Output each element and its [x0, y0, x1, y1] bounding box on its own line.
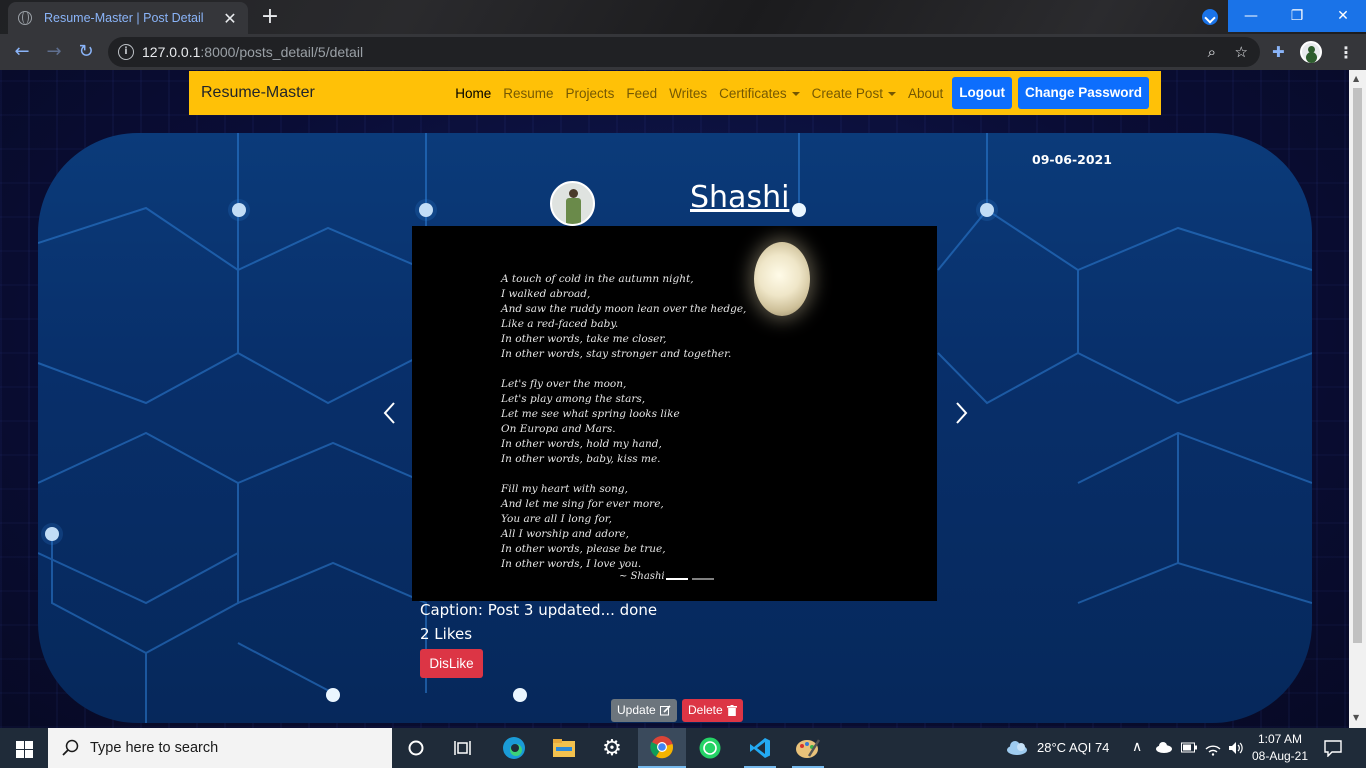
taskbar-clock[interactable]: 1:07 AM 08-Aug-21: [1248, 731, 1312, 765]
extensions-puzzle-icon[interactable]: ✚: [1272, 43, 1285, 61]
page-scrollbar[interactable]: ▲ ▼: [1349, 70, 1366, 728]
site-navbar: Resume-Master Home Resume Projects Feed …: [189, 71, 1161, 115]
minimize-button[interactable]: —: [1228, 0, 1274, 32]
scroll-up-arrow-icon[interactable]: ▲: [1353, 74, 1359, 83]
windows-taskbar: Type here to search ⚙ 28°C AQI 74 ∧ 1:07…: [0, 728, 1366, 768]
browser-toolbar: ← → ↻ i 127.0.0.1:8000/posts_detail/5/de…: [0, 34, 1366, 70]
battery-icon[interactable]: [1181, 742, 1197, 753]
search-placeholder: Type here to search: [90, 740, 219, 756]
paint-icon[interactable]: [784, 728, 832, 768]
volume-speaker-icon[interactable]: [1228, 740, 1244, 756]
settings-gear-icon[interactable]: ⚙: [588, 728, 636, 768]
scrollbar-thumb[interactable]: [1353, 88, 1362, 643]
edge-browser-icon[interactable]: [490, 728, 538, 768]
post-author-link[interactable]: Shashi: [690, 180, 789, 215]
browser-tab-strip: Resume-Master | Post Detail ✕ + — ❐ ✕: [0, 0, 1366, 34]
navbar-brand[interactable]: Resume-Master: [201, 84, 315, 102]
onedrive-cloud-icon[interactable]: [1155, 742, 1173, 753]
poem-text: A touch of cold in the autumn night, I w…: [501, 273, 747, 570]
cortana-icon[interactable]: [392, 728, 440, 768]
bookmark-star-icon[interactable]: ☆: [1235, 43, 1248, 61]
zoom-icon[interactable]: ⌕: [1208, 43, 1216, 61]
clock-time: 1:07 AM: [1257, 732, 1303, 746]
globe-icon: [18, 11, 32, 25]
back-arrow-icon[interactable]: ←: [10, 41, 34, 63]
restore-button[interactable]: ❐: [1274, 0, 1320, 32]
browser-tab-active[interactable]: Resume-Master | Post Detail ✕: [8, 2, 248, 34]
nav-certificates-label: Certificates: [719, 85, 787, 101]
nav-create-post-dropdown[interactable]: Create Post: [806, 86, 902, 101]
forward-arrow-icon[interactable]: →: [42, 41, 66, 63]
info-icon[interactable]: i: [118, 44, 134, 60]
clock-date: 08-Aug-21: [1251, 749, 1309, 763]
weather-cloud-icon[interactable]: [1006, 740, 1028, 756]
show-hidden-icons-chevron-icon[interactable]: ∧: [1132, 738, 1142, 755]
trash-icon: [726, 705, 737, 716]
carousel-indicator[interactable]: [692, 578, 714, 580]
url-text: 127.0.0.1:8000/posts_detail/5/detail: [142, 44, 364, 60]
nav-create-post-label: Create Post: [811, 85, 883, 101]
page-viewport: Resume-Master Home Resume Projects Feed …: [0, 70, 1349, 728]
nav-resume[interactable]: Resume: [497, 86, 559, 101]
delete-post-button[interactable]: Delete: [682, 699, 743, 722]
taskbar-search-box[interactable]: Type here to search: [48, 728, 392, 768]
post-date: 09-06-2021: [1032, 152, 1112, 167]
window-controls: — ❐ ✕: [1228, 0, 1366, 32]
tab-title: Resume-Master | Post Detail: [44, 11, 204, 25]
nav-about[interactable]: About: [902, 86, 949, 101]
task-view-icon[interactable]: [440, 728, 488, 768]
delete-label: Delete: [688, 703, 723, 717]
reload-icon[interactable]: ↻: [74, 41, 98, 63]
file-explorer-icon[interactable]: [540, 728, 588, 768]
weather-text[interactable]: 28°C AQI 74: [1037, 740, 1109, 755]
post-caption: Caption: Post 3 updated... done: [420, 601, 658, 619]
moon-image: [754, 242, 810, 316]
nav-certificates-dropdown[interactable]: Certificates: [713, 86, 806, 101]
profile-avatar[interactable]: [1300, 41, 1322, 63]
tab-search-icon[interactable]: [1202, 9, 1218, 25]
kebab-menu-icon[interactable]: ⋮: [1338, 43, 1354, 62]
notifications-icon[interactable]: [1324, 739, 1342, 757]
update-label: Update: [617, 703, 656, 717]
poem-signature: ~ Shashi: [619, 571, 665, 582]
caret-down-icon: [887, 91, 896, 96]
edit-icon: [659, 705, 671, 716]
new-tab-button[interactable]: +: [258, 5, 282, 29]
close-tab-icon[interactable]: ✕: [222, 9, 238, 28]
change-password-button[interactable]: Change Password: [1017, 77, 1149, 109]
nav-feed[interactable]: Feed: [620, 86, 663, 101]
caret-down-icon: [791, 91, 800, 96]
author-avatar[interactable]: [550, 181, 595, 226]
scroll-down-arrow-icon[interactable]: ▼: [1353, 713, 1359, 722]
carousel-indicator[interactable]: [666, 578, 688, 580]
carousel-prev-chevron-icon[interactable]: [380, 400, 400, 426]
close-window-button[interactable]: ✕: [1320, 0, 1366, 32]
wifi-icon[interactable]: [1205, 740, 1221, 756]
search-icon: [62, 739, 79, 756]
nav-projects[interactable]: Projects: [560, 86, 621, 101]
carousel-next-chevron-icon[interactable]: [951, 400, 971, 426]
carousel-indicators: [666, 578, 714, 580]
address-bar[interactable]: i 127.0.0.1:8000/posts_detail/5/detail ⌕…: [108, 37, 1260, 67]
windows-start-icon[interactable]: [0, 728, 48, 768]
whatsapp-icon[interactable]: [686, 728, 734, 768]
nav-links: Home Resume Projects Feed Writes Certifi…: [449, 77, 1149, 109]
dislike-button[interactable]: DisLike: [420, 649, 483, 678]
logout-button[interactable]: Logout: [952, 77, 1012, 109]
nav-writes[interactable]: Writes: [663, 86, 713, 101]
update-post-button[interactable]: Update: [611, 699, 677, 722]
chrome-browser-icon[interactable]: [638, 728, 686, 768]
post-image-carousel[interactable]: A touch of cold in the autumn night, I w…: [412, 226, 937, 601]
likes-count: 2 Likes: [420, 625, 473, 643]
nav-home[interactable]: Home: [449, 86, 497, 101]
vscode-icon[interactable]: [736, 728, 784, 768]
